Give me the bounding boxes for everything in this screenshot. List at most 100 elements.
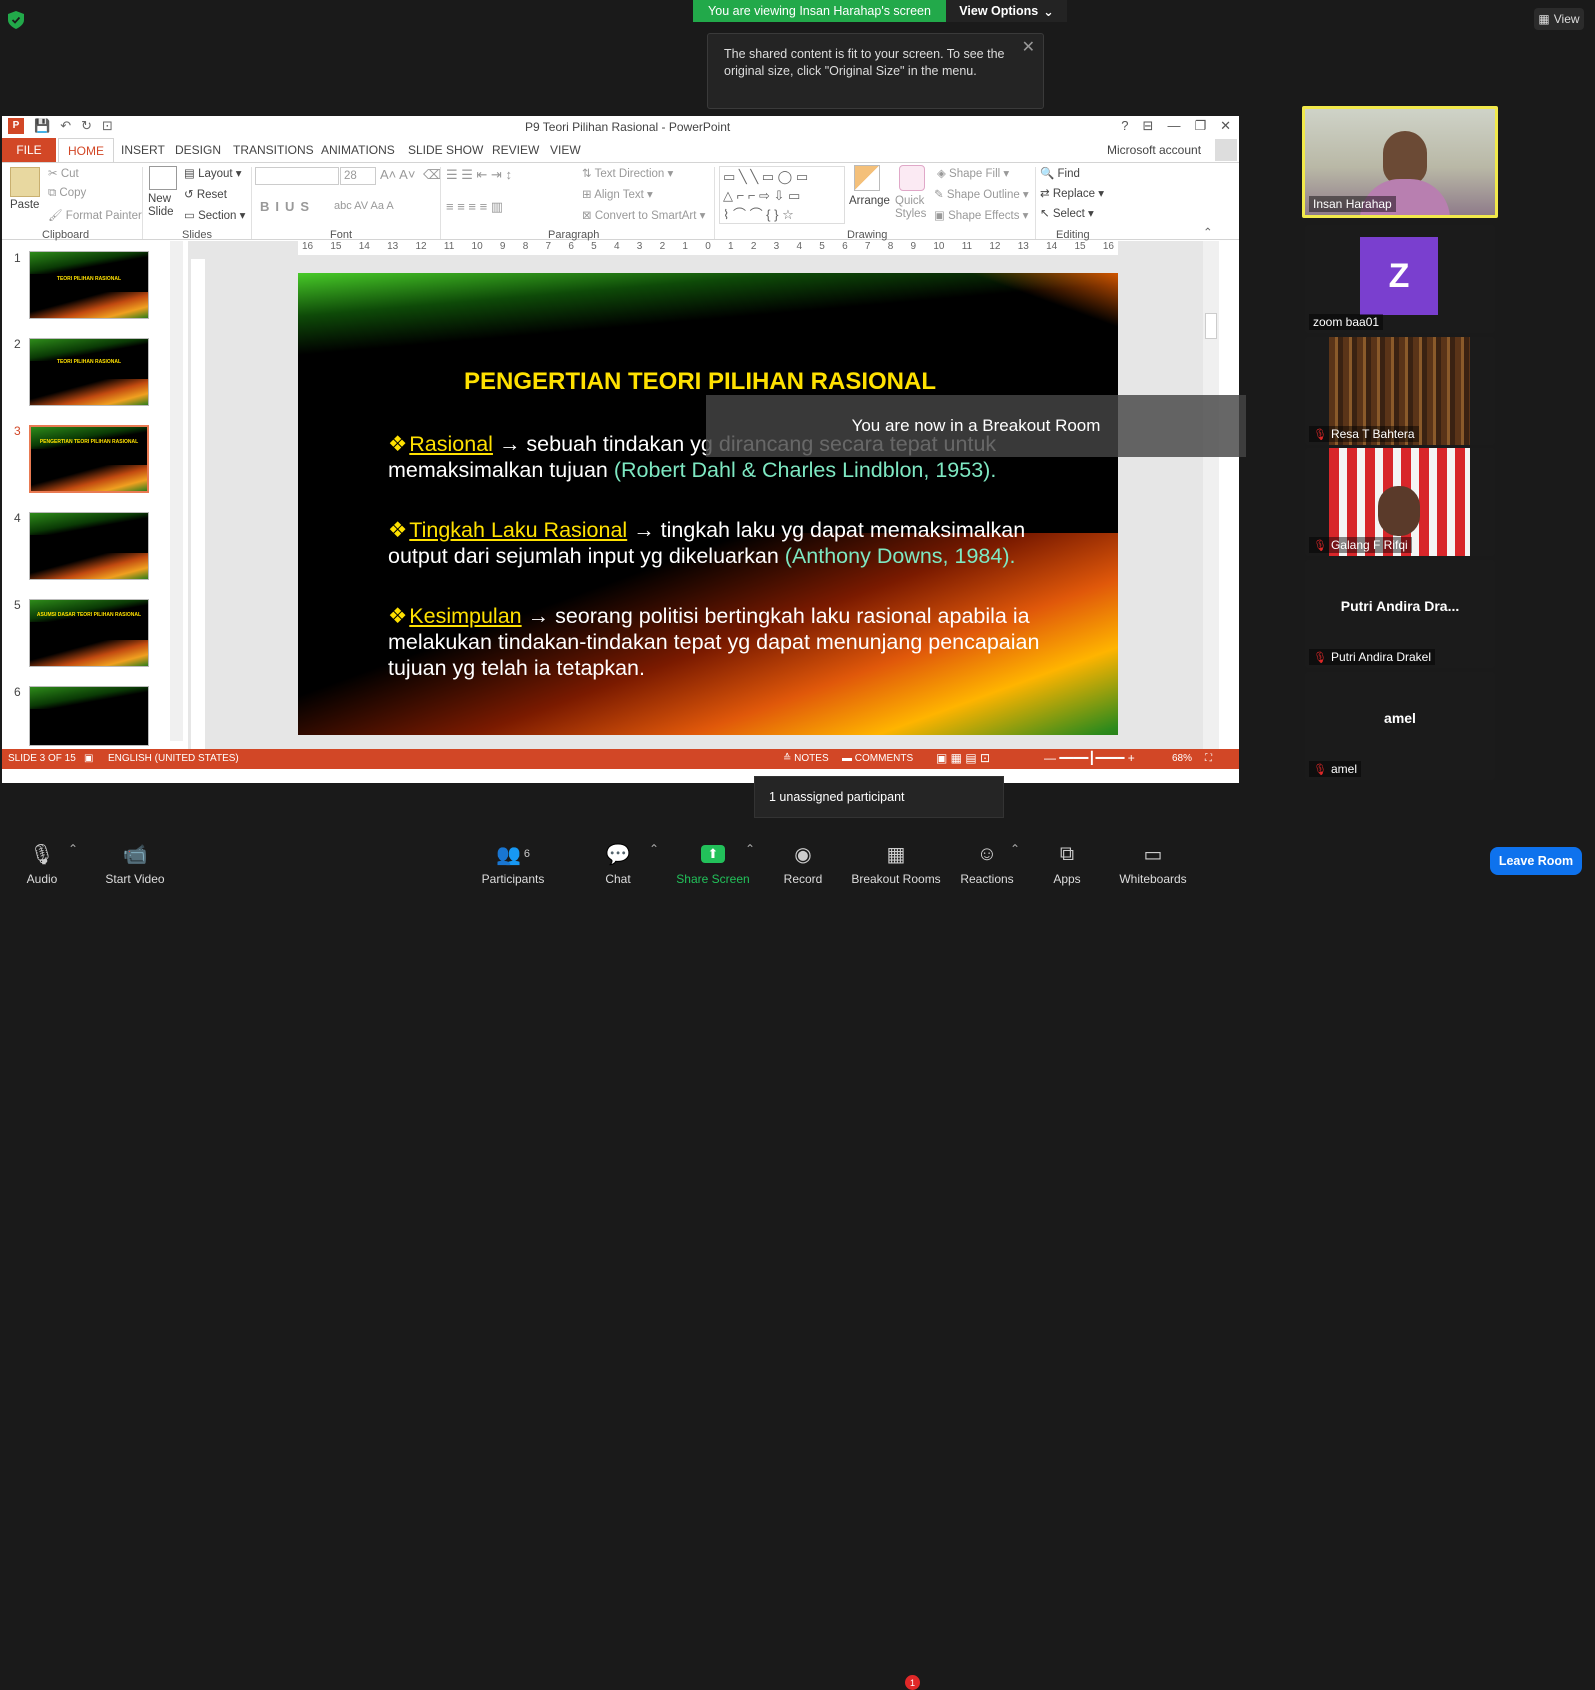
minimize-icon[interactable]: — <box>1167 118 1180 134</box>
microsoft-account-menu[interactable]: Microsoft account <box>1107 143 1201 157</box>
convert-smartart-button[interactable]: ⊠ Convert to SmartArt ▾ <box>582 208 705 222</box>
slide-thumbnail-4[interactable] <box>29 512 149 580</box>
format-painter-button[interactable]: 🖌 Format Painter <box>48 208 142 222</box>
redo-icon[interactable]: ↻ <box>81 118 92 134</box>
chat-options-chevron-icon[interactable]: ⌃ <box>649 842 659 856</box>
bullets-icons[interactable]: ☰ ☰ ⇤ ⇥ ↕ <box>446 167 512 183</box>
audio-button[interactable]: 🎙 Audio <box>20 834 64 899</box>
find-button[interactable]: 🔍 Find <box>1040 166 1080 180</box>
paste-button[interactable]: Paste <box>10 199 39 211</box>
undo-icon[interactable]: ↶ <box>60 118 71 134</box>
replace-button[interactable]: ⇄ Replace ▾ <box>1040 186 1104 200</box>
slide-thumbnail-5[interactable]: ASUMSI DASAR TEORI PILIHAN RASIONAL <box>29 599 149 667</box>
start-from-beginning-icon[interactable]: ⊡ <box>102 118 113 134</box>
participant-tile-insan[interactable]: Insan Harahap <box>1302 106 1498 218</box>
tab-animations[interactable]: ANIMATIONS <box>321 143 395 157</box>
right-arrow-icon: → <box>527 604 550 628</box>
reactions-options-chevron-icon[interactable]: ⌃ <box>1010 842 1020 856</box>
breakout-rooms-button[interactable]: ▦ Breakout Rooms <box>851 834 941 899</box>
font-family-box[interactable] <box>255 167 339 185</box>
thumbnail-scrollbar[interactable] <box>170 241 183 741</box>
shapes-gallery[interactable]: ▭ ╲ ╲ ▭ ◯ ▭ △ ⌐ ⌐ ⇨ ⇩ ▭ ⌇ ⌒ ⌒ { } ☆ <box>719 166 845 224</box>
participant-tile-zoom-baa01[interactable]: Z zoom baa01 <box>1305 225 1495 333</box>
fit-slide-icon[interactable]: ⛶ <box>1205 753 1212 764</box>
slide-thumbnail-2[interactable]: TEORI PILIHAN RASIONAL <box>29 338 149 406</box>
shape-fill-button[interactable]: ◈ Shape Fill ▾ <box>937 166 1009 180</box>
save-icon[interactable]: 💾 <box>34 118 50 134</box>
slide-canvas[interactable]: PENGERTIAN TEORI PILIHAN RASIONAL ❖Rasio… <box>298 273 1118 735</box>
cut-button[interactable]: ✂ Cut <box>48 166 79 180</box>
scrollbar-thumb[interactable] <box>1205 313 1217 339</box>
clear-formatting-icon[interactable]: ⌫ <box>423 167 441 183</box>
chat-button[interactable]: 💬 Chat <box>598 834 638 899</box>
account-avatar[interactable] <box>1215 139 1237 161</box>
audio-options-chevron-icon[interactable]: ⌃ <box>68 842 78 856</box>
section-button[interactable]: ▭ Section ▾ <box>184 208 245 222</box>
share-options-chevron-icon[interactable]: ⌃ <box>745 842 755 856</box>
text-direction-button[interactable]: ⇅ Text Direction ▾ <box>582 166 673 180</box>
close-icon[interactable]: ✕ <box>1022 39 1035 56</box>
tab-slide-show[interactable]: SLIDE SHOW <box>408 143 483 157</box>
slide-vertical-scrollbar[interactable] <box>1203 241 1219 761</box>
font-style-buttons[interactable]: BIUS <box>260 199 315 214</box>
view-mode-icons[interactable]: ▣ ▦ ▤ ⊡ <box>936 751 990 765</box>
whiteboards-button[interactable]: ▭ Whiteboards <box>1117 834 1189 899</box>
language-indicator[interactable]: ENGLISH (UNITED STATES) <box>108 753 239 764</box>
slide-thumbnail-1[interactable]: TEORI PILIHAN RASIONAL <box>29 251 149 319</box>
participant-tile-galang[interactable]: 🎙 Galang F Rifqi <box>1305 448 1495 556</box>
participant-tile-putri[interactable]: Putri Andira Dra... 🎙 Putri Andira Drakel <box>1305 560 1495 668</box>
new-slide-icon[interactable] <box>149 166 177 190</box>
tab-transitions[interactable]: TRANSITIONS <box>233 143 314 157</box>
apps-button[interactable]: ⧉ Apps <box>1049 834 1085 899</box>
tab-view[interactable]: VIEW <box>550 143 581 157</box>
tab-insert[interactable]: INSERT <box>121 143 165 157</box>
tab-review[interactable]: REVIEW <box>492 143 539 157</box>
slide-bullet-2: ❖Tingkah Laku Rasional → tingkah laku yg… <box>388 517 1088 569</box>
record-button[interactable]: ◉ Record <box>781 834 825 899</box>
participant-tile-resa[interactable]: 🎙 Resa T Bahtera <box>1305 337 1495 445</box>
security-shield-icon[interactable] <box>8 11 24 29</box>
arrange-icon[interactable] <box>854 165 880 191</box>
quick-styles-button[interactable]: Quick Styles <box>895 195 931 221</box>
participant-display-name: amel <box>1384 710 1416 726</box>
close-window-icon[interactable]: ✕ <box>1220 118 1231 134</box>
tab-file[interactable]: FILE <box>2 138 56 162</box>
new-slide-button[interactable]: New Slide <box>148 193 180 219</box>
tab-home[interactable]: HOME <box>58 138 114 163</box>
start-video-button[interactable]: 📹 Start Video <box>100 834 170 899</box>
tab-design[interactable]: DESIGN <box>175 143 221 157</box>
comments-button[interactable]: ▬ COMMENTS <box>842 753 913 764</box>
reset-button[interactable]: ↺ Reset <box>184 187 227 201</box>
help-icon[interactable]: ? <box>1121 118 1128 134</box>
leave-room-button[interactable]: Leave Room <box>1490 847 1582 875</box>
reactions-button[interactable]: ☺ Reactions <box>958 834 1016 899</box>
layout-button[interactable]: ▤ Layout ▾ <box>184 166 242 180</box>
align-text-button[interactable]: ⊞ Align Text ▾ <box>582 187 653 201</box>
copy-button[interactable]: ⧉ Copy <box>48 187 86 200</box>
shape-outline-button[interactable]: ✎ Shape Outline ▾ <box>934 187 1029 201</box>
slide-thumbnail-3[interactable]: PENGERTIAN TEORI PILIHAN RASIONAL <box>29 425 149 493</box>
restore-icon[interactable]: ❐ <box>1194 118 1206 134</box>
notes-button[interactable]: ≙ NOTES <box>783 753 829 764</box>
spelling-check-icon[interactable]: ▣ <box>84 753 93 764</box>
view-layout-button[interactable]: ▦ View <box>1534 8 1584 30</box>
font-size-box[interactable]: 28 <box>340 167 376 185</box>
font-effects-icons[interactable]: abc AV Aa A <box>334 200 394 212</box>
zoom-slider[interactable]: — ━━━━┃━━━━ + <box>1044 751 1135 765</box>
quick-styles-icon[interactable] <box>899 165 925 191</box>
participant-tile-amel[interactable]: amel 🎙 amel <box>1305 672 1495 780</box>
shape-effects-button[interactable]: ▣ Shape Effects ▾ <box>934 208 1028 222</box>
select-button[interactable]: ↖ Select ▾ <box>1040 206 1094 220</box>
zoom-level[interactable]: 68% <box>1172 753 1192 764</box>
ribbon-display-icon[interactable]: ⊟ <box>1143 118 1154 134</box>
participants-button[interactable]: 👥 6 Participants <box>478 834 548 899</box>
view-options-button[interactable]: View Options ⌄ <box>946 0 1067 22</box>
participant-video <box>1383 131 1427 185</box>
collapse-ribbon-icon[interactable]: ⌃ <box>1203 225 1213 239</box>
paste-icon[interactable] <box>10 167 40 197</box>
arrange-button[interactable]: Arrange <box>849 195 890 207</box>
font-grow-icon[interactable]: A˄ A˅ <box>380 167 415 182</box>
slide-thumbnail-6[interactable] <box>29 686 149 746</box>
alignment-icons[interactable]: ≡ ≡ ≡ ≡ ▥ <box>446 199 503 215</box>
share-screen-button[interactable]: ⬆ Share Screen <box>675 834 751 899</box>
